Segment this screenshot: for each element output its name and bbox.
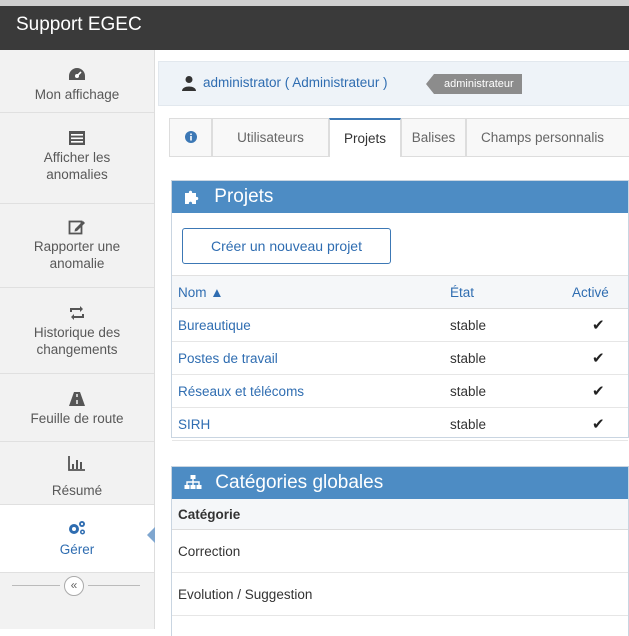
sidebar-item-rapporter-anomalie[interactable]: Rapporter une anomalie <box>0 204 154 288</box>
category-name: Correction <box>172 529 628 573</box>
column-categorie: Catégorie <box>172 499 628 530</box>
table-row: Réseaux et télécoms stable ✔ <box>172 374 628 408</box>
gears-icon <box>69 521 85 535</box>
tab-utilisateurs[interactable]: Utilisateurs <box>212 118 329 156</box>
user-bar: administrator ( Administrateur ) adminis… <box>158 61 629 106</box>
sidebar-item-label: Feuille de route <box>30 411 124 426</box>
projects-panel-title: Projets <box>214 186 274 207</box>
table-header-row: Nom ▲ État Activé <box>172 275 628 309</box>
projects-panel-header: Projets <box>172 181 628 213</box>
tab-projets[interactable]: Projets <box>329 118 401 157</box>
project-link[interactable]: SIRH <box>178 417 210 432</box>
sidebar-item-label: Afficher les anomalies <box>43 150 111 182</box>
list-icon <box>69 131 85 145</box>
sidebar-item-afficher-anomalies[interactable]: Afficher les anomalies <box>0 113 154 204</box>
manage-tabs: Utilisateurs Projets Balises Champs pers… <box>169 118 629 157</box>
project-state: stable <box>444 374 566 408</box>
check-icon: ✔ <box>592 317 605 334</box>
categories-table: Catégorie Correction Evolution / Suggest… <box>172 499 628 616</box>
project-link[interactable]: Postes de travail <box>178 351 278 366</box>
column-etat[interactable]: État <box>444 275 566 309</box>
check-icon: ✔ <box>592 350 605 367</box>
collapse-sidebar-button[interactable]: « <box>64 576 84 596</box>
categories-panel-header: Catégories globales <box>172 467 628 499</box>
projects-table: Nom ▲ État Activé Bureautique stable ✔ P… <box>172 275 628 441</box>
table-row: SIRH stable ✔ <box>172 407 628 441</box>
sidebar-item-label: Rapporter une anomalie <box>33 239 121 271</box>
sidebar-item-label: Mon affichage <box>34 87 120 102</box>
table-row: Evolution / Suggestion <box>172 572 628 616</box>
category-name: Evolution / Suggestion <box>172 572 628 616</box>
puzzle-piece-icon <box>185 190 199 204</box>
check-icon: ✔ <box>592 416 605 433</box>
sidebar-item-gerer[interactable]: Gérer <box>0 505 155 573</box>
project-link[interactable]: Bureautique <box>178 318 251 333</box>
sitemap-icon <box>184 475 202 489</box>
tab-champs-personnalises[interactable]: Champs personnalis <box>466 118 629 156</box>
sidebar: Mon affichage Afficher les anomalies Rap… <box>0 50 155 629</box>
info-icon <box>184 131 197 143</box>
project-link[interactable]: Réseaux et télécoms <box>178 384 304 399</box>
sidebar-item-label: Résumé <box>51 483 103 498</box>
categories-panel-title: Catégories globales <box>215 472 384 493</box>
sidebar-item-label: Historique des changements <box>33 325 121 357</box>
projects-panel: Projets Créer un nouveau projet Nom ▲ Ét… <box>171 180 629 441</box>
tachometer-icon <box>69 68 85 80</box>
user-icon <box>182 76 196 91</box>
create-project-button[interactable]: Créer un nouveau projet <box>182 228 391 264</box>
table-row: Correction <box>172 529 628 573</box>
project-state: stable <box>444 341 566 375</box>
main-content: administrator ( Administrateur ) adminis… <box>155 50 629 636</box>
tab-balises[interactable]: Balises <box>401 118 466 156</box>
sidebar-item-historique[interactable]: Historique des changements <box>0 288 154 374</box>
role-badge: administrateur <box>426 74 522 94</box>
sidebar-item-label: Gérer <box>59 542 95 557</box>
divider <box>12 585 60 586</box>
sidebar-item-mon-affichage[interactable]: Mon affichage <box>0 50 154 113</box>
top-navbar: Support EGEC <box>0 0 629 50</box>
table-row: Postes de travail stable ✔ <box>172 341 628 375</box>
column-nom[interactable]: Nom ▲ <box>172 275 444 309</box>
column-active[interactable]: Activé <box>566 275 628 309</box>
user-name-link[interactable]: administrator ( Administrateur ) <box>203 75 388 90</box>
sidebar-item-feuille-de-route[interactable]: Feuille de route <box>0 374 154 442</box>
road-icon <box>69 392 85 406</box>
app-title[interactable]: Support EGEC <box>16 14 142 36</box>
table-header-row: Catégorie <box>172 499 628 530</box>
global-categories-panel: Catégories globales Catégorie Correction… <box>171 466 629 636</box>
retweet-icon <box>70 306 84 320</box>
project-state: stable <box>444 308 566 342</box>
project-state: stable <box>444 407 566 441</box>
table-row: Bureautique stable ✔ <box>172 308 628 342</box>
bar-chart-icon <box>68 456 85 471</box>
sidebar-item-resume[interactable]: Résumé <box>0 442 154 505</box>
sidebar-collapse: « <box>0 574 154 598</box>
divider <box>88 585 140 586</box>
check-icon: ✔ <box>592 383 605 400</box>
edit-icon <box>68 220 85 235</box>
tab-info[interactable] <box>169 118 212 156</box>
